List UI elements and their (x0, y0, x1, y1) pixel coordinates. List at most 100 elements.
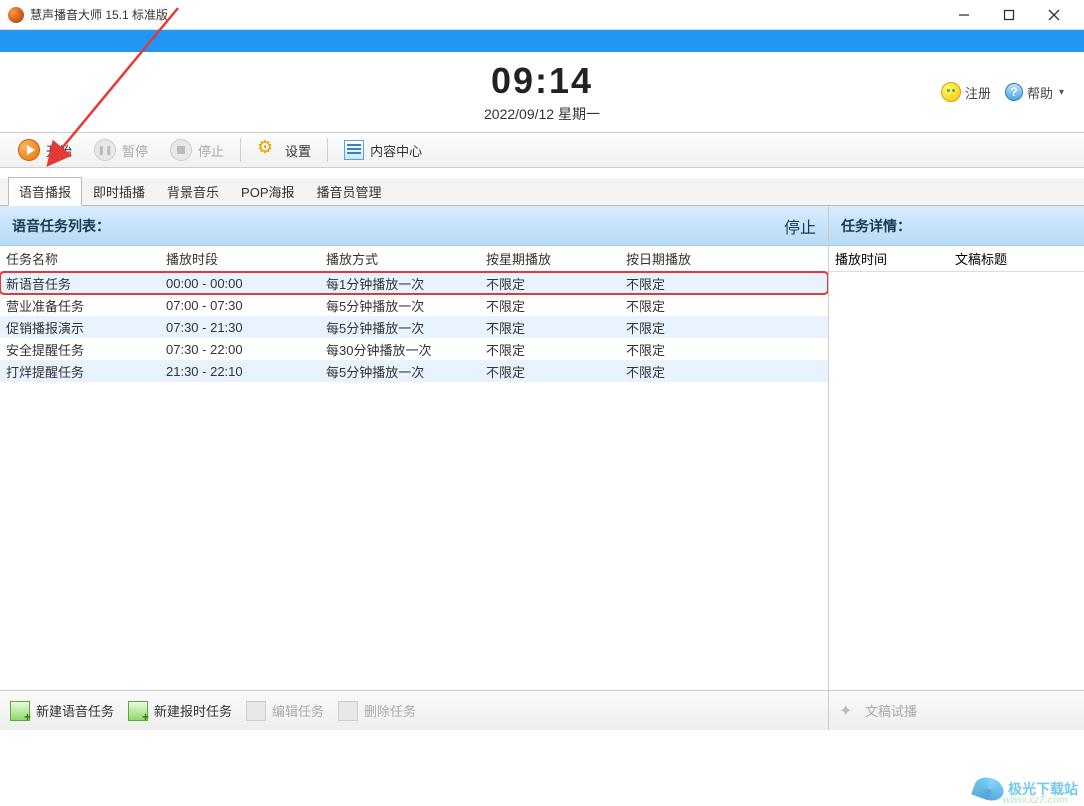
btn-label: 删除任务 (364, 701, 416, 720)
col-play-mode[interactable]: 播放方式 (320, 249, 480, 268)
stop-button[interactable]: 停止 (160, 137, 234, 163)
right-panel: 任务详情： 播放时间 文稿标题 文稿试播 (829, 206, 1084, 730)
tab-pop-poster[interactable]: POP海报 (230, 177, 305, 205)
cell-time: 07:00 - 07:30 (160, 298, 320, 313)
titlebar: 慧声播音大师 15.1 标准版 (0, 0, 1084, 30)
content-center-label: 内容中心 (370, 141, 422, 160)
stop-icon (170, 139, 192, 161)
play-icon (18, 139, 40, 161)
pause-icon (94, 139, 116, 161)
watermark-icon (971, 774, 1007, 805)
cell-mode: 每5分钟播放一次 (320, 318, 480, 337)
clock-date: 2022/09/12 星期一 (484, 104, 600, 124)
register-label: 注册 (965, 83, 991, 102)
cell-date: 不限定 (620, 274, 760, 293)
table-row[interactable]: 新语音任务00:00 - 00:00每1分钟播放一次不限定不限定 (0, 272, 828, 294)
edit-task-button[interactable]: 编辑任务 (246, 701, 324, 721)
new-voice-task-button[interactable]: 新建语音任务 (10, 701, 114, 721)
start-label: 开始 (46, 141, 72, 160)
tab-label: 即时插播 (93, 185, 145, 200)
doc-preview-button[interactable]: 文稿试播 (839, 701, 917, 721)
tab-label: 播音员管理 (317, 185, 382, 200)
main: 语音任务列表： 停止 任务名称 播放时段 播放方式 按星期播放 按日期播放 新语… (0, 206, 1084, 730)
cell-name: 安全提醒任务 (0, 340, 160, 359)
help-icon: ? (1005, 83, 1023, 101)
content-center-button[interactable]: 内容中心 (334, 138, 432, 162)
tab-instant-insert[interactable]: 即时插播 (82, 177, 156, 205)
cell-week: 不限定 (480, 274, 620, 293)
delete-task-button[interactable]: 删除任务 (338, 701, 416, 721)
right-panel-header: 任务详情： (829, 206, 1084, 246)
minimize-button[interactable] (941, 1, 986, 29)
separator (327, 138, 328, 162)
settings-button[interactable]: 设置 (247, 137, 321, 163)
pause-label: 暂停 (122, 141, 148, 160)
cell-week: 不限定 (480, 340, 620, 359)
separator (240, 138, 241, 162)
tab-label: 语音播报 (19, 185, 71, 200)
col-doc-title[interactable]: 文稿标题 (949, 249, 1084, 268)
tab-label: 背景音乐 (167, 185, 219, 200)
watermark: 极光下载站 www.xz7.com (974, 778, 1078, 800)
pause-button[interactable]: 暂停 (84, 137, 158, 163)
start-button[interactable]: 开始 (8, 137, 82, 163)
cell-time: 07:30 - 22:00 (160, 342, 320, 357)
cell-name: 打烊提醒任务 (0, 362, 160, 381)
detail-header: 播放时间 文稿标题 (829, 246, 1084, 272)
btn-label: 新建报时任务 (154, 701, 232, 720)
task-detail-title: 任务详情： (841, 216, 911, 236)
header-right: 注册 ? 帮助 ▾ (941, 82, 1064, 102)
table-row[interactable]: 安全提醒任务07:30 - 22:00每30分钟播放一次不限定不限定 (0, 338, 828, 360)
cell-week: 不限定 (480, 296, 620, 315)
add-icon (10, 701, 30, 721)
delete-icon (338, 701, 358, 721)
cell-week: 不限定 (480, 362, 620, 381)
new-timed-task-button[interactable]: 新建报时任务 (128, 701, 232, 721)
table-row[interactable]: 促销播报演示07:30 - 21:30每5分钟播放一次不限定不限定 (0, 316, 828, 338)
btn-label: 文稿试播 (865, 701, 917, 720)
wand-icon (839, 701, 859, 721)
close-button[interactable] (1031, 1, 1076, 29)
table-row[interactable]: 打烊提醒任务21:30 - 22:10每5分钟播放一次不限定不限定 (0, 360, 828, 382)
window-title: 慧声播音大师 15.1 标准版 (30, 6, 941, 23)
watermark-url: www.xz7.com (1003, 795, 1068, 806)
stop-label: 停止 (198, 141, 224, 160)
header: 09:14 2022/09/12 星期一 注册 ? 帮助 ▾ (0, 52, 1084, 132)
cell-date: 不限定 (620, 362, 760, 381)
settings-label: 设置 (285, 141, 311, 160)
table-header: 任务名称 播放时段 播放方式 按星期播放 按日期播放 (0, 246, 828, 272)
col-time-range[interactable]: 播放时段 (160, 249, 320, 268)
window-controls (941, 1, 1076, 29)
tab-voice-broadcast[interactable]: 语音播报 (8, 177, 82, 206)
col-task-name[interactable]: 任务名称 (0, 249, 160, 268)
table-row[interactable]: 营业准备任务07:00 - 07:30每5分钟播放一次不限定不限定 (0, 294, 828, 316)
tabbar: 语音播报 即时插播 背景音乐 POP海报 播音员管理 (0, 178, 1084, 206)
cell-mode: 每5分钟播放一次 (320, 296, 480, 315)
app-icon (8, 7, 24, 23)
clock-time: 09:14 (484, 60, 600, 102)
register-link[interactable]: 注册 (941, 82, 991, 102)
col-by-date[interactable]: 按日期播放 (620, 249, 760, 268)
tab-bg-music[interactable]: 背景音乐 (156, 177, 230, 205)
detail-table: 播放时间 文稿标题 (829, 246, 1084, 690)
clock: 09:14 2022/09/12 星期一 (484, 60, 600, 124)
smile-icon (941, 82, 961, 102)
cell-name: 新语音任务 (0, 274, 160, 293)
chevron-down-icon: ▾ (1059, 87, 1064, 98)
status-label: 停止 (784, 214, 816, 238)
cell-name: 营业准备任务 (0, 296, 160, 315)
col-play-time[interactable]: 播放时间 (829, 249, 949, 268)
maximize-button[interactable] (986, 1, 1031, 29)
col-by-week[interactable]: 按星期播放 (480, 249, 620, 268)
cell-mode: 每5分钟播放一次 (320, 362, 480, 381)
content-icon (344, 140, 364, 160)
tab-announcer-mgr[interactable]: 播音员管理 (306, 177, 393, 205)
gear-icon (257, 139, 279, 161)
left-panel-header: 语音任务列表： 停止 (0, 206, 828, 246)
task-table: 任务名称 播放时段 播放方式 按星期播放 按日期播放 新语音任务00:00 - … (0, 246, 828, 690)
help-link[interactable]: ? 帮助 ▾ (1005, 83, 1064, 102)
cell-time: 21:30 - 22:10 (160, 364, 320, 379)
left-bottom-bar: 新建语音任务 新建报时任务 编辑任务 删除任务 (0, 690, 828, 730)
cell-time: 07:30 - 21:30 (160, 320, 320, 335)
blue-strip (0, 30, 1084, 52)
